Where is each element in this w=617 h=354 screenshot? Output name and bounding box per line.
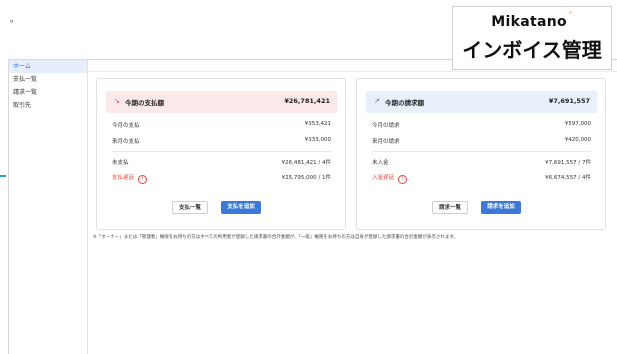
payments-divider [112, 151, 331, 152]
sidebar-item-partners[interactable]: 取引先 [9, 99, 87, 112]
row-label: 支払遅延 [112, 175, 135, 181]
corner-mark: 。 [10, 15, 20, 25]
row-label: 未支払 [112, 160, 129, 166]
payments-total: ¥26,781,421 [284, 97, 330, 105]
row-value: ¥597,000 [564, 121, 591, 127]
brand-accent-icon: ´ [566, 10, 573, 23]
add-invoice-button[interactable]: 請求を追加 [481, 201, 521, 214]
payments-card-title: 今期の支払額 [125, 99, 164, 107]
row-value: ¥333,000 [304, 137, 331, 143]
alert-icon: ! [138, 175, 148, 184]
row-value: ¥353,421 [304, 121, 331, 127]
permission-note: ※「オーナー」または「管理者」権限をお持ちの方はすべての利用者が登録した請求書の… [93, 235, 458, 240]
payments-row-unpaid: 未支払 ¥26,481,421 / 4件 [112, 158, 331, 168]
row-label: 来月の支払 [112, 139, 140, 145]
alert-icon: ! [398, 175, 408, 184]
payments-list-button[interactable]: 支払一覧 [172, 201, 208, 214]
sidebar-item-invoices[interactable]: 請求一覧 [9, 86, 87, 99]
payments-summary-card: ↘ 今期の支払額 ¥26,781,421 今月の支払 ¥353,421 来月の支… [96, 78, 346, 230]
row-value: ¥25,795,000 / 1件 [281, 175, 331, 181]
invoices-summary-card: ↗ 今期の請求額 ¥7,691,557 今月の請求 ¥597,000 来月の請求… [356, 78, 606, 230]
invoices-divider [372, 151, 591, 152]
invoices-row-next-month: 来月の請求 ¥420,000 [372, 137, 591, 147]
sidebar-item-home[interactable]: ホーム [9, 60, 87, 73]
invoices-total: ¥7,691,557 [548, 97, 590, 105]
row-label: 今月の請求 [372, 123, 400, 129]
sidebar: ホーム 支払一覧 請求一覧 取引先 [9, 60, 88, 354]
payments-row-next-month: 来月の支払 ¥333,000 [112, 137, 331, 147]
invoices-row-overdue: 入金遅延! ¥6,674,557 / 4件 [372, 173, 591, 184]
trend-up-icon: ↗ [374, 97, 380, 105]
row-label: 来月の請求 [372, 139, 400, 145]
row-label: 未入金 [372, 160, 389, 166]
row-label: 今月の支払 [112, 123, 140, 129]
add-payment-button[interactable]: 支払を追加 [221, 201, 261, 214]
row-value: ¥420,000 [564, 137, 591, 143]
invoices-card-header: ↗ 今期の請求額 ¥7,691,557 [366, 91, 597, 113]
invoices-row-this-month: 今月の請求 ¥597,000 [372, 121, 591, 131]
row-label: 入金遅延 [372, 175, 395, 181]
sidebar-item-payments[interactable]: 支払一覧 [9, 73, 87, 86]
invoices-list-button[interactable]: 請求一覧 [432, 201, 468, 214]
brand-name-jp: インボイス管理 [462, 38, 602, 62]
invoices-card-title: 今期の請求額 [385, 99, 424, 107]
payments-row-overdue: 支払遅延! ¥25,795,000 / 1件 [112, 173, 331, 184]
trend-down-icon: ↘ [114, 97, 120, 105]
row-value: ¥7,691,557 / 7件 [545, 160, 591, 166]
brand-name-en: Mikatano [491, 14, 567, 30]
row-value: ¥6,674,557 / 4件 [545, 175, 591, 181]
edge-marker [0, 175, 6, 177]
payments-card-header: ↘ 今期の支払額 ¥26,781,421 [106, 91, 337, 113]
invoices-row-unreceived: 未入金 ¥7,691,557 / 7件 [372, 158, 591, 168]
brand-logo: Mikatano´ インボイス管理 [452, 6, 612, 70]
row-value: ¥26,481,421 / 4件 [281, 160, 331, 166]
payments-row-this-month: 今月の支払 ¥353,421 [112, 121, 331, 131]
